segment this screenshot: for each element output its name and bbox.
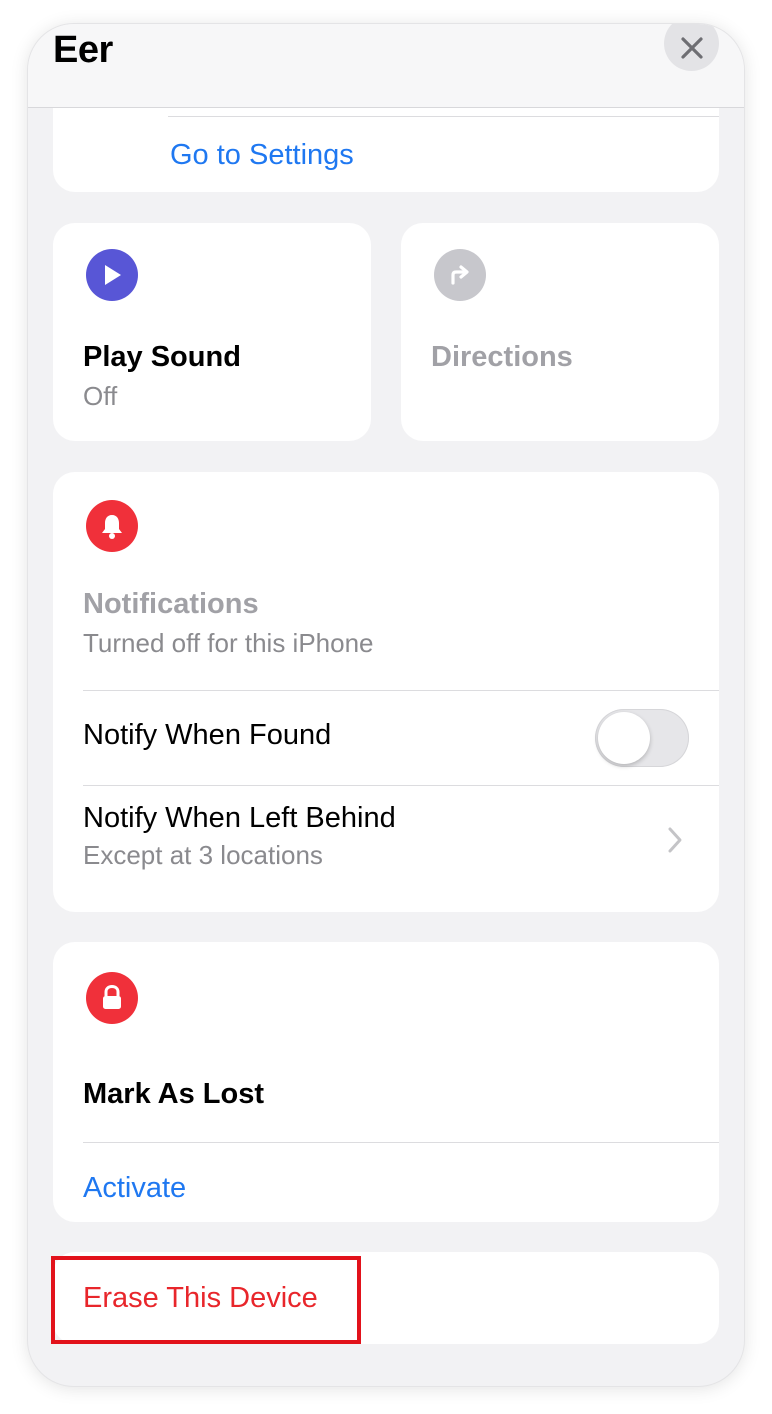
mark-as-lost-divider: [83, 1142, 719, 1143]
device-title: Eer: [53, 29, 113, 71]
notify-left-behind-label: Notify When Left Behind: [83, 802, 396, 834]
chevron-right-icon: [668, 827, 682, 853]
mark-as-lost-card: Mark As Lost Activate: [53, 942, 719, 1222]
notify-left-behind-row[interactable]: Notify When Left Behind Except at 3 loca…: [53, 786, 719, 906]
notify-when-found-toggle[interactable]: [595, 709, 689, 767]
toggle-knob: [598, 712, 650, 764]
directions-arrow-icon: [434, 249, 486, 301]
erase-highlight-box: [51, 1256, 361, 1344]
notify-when-found-row[interactable]: Notify When Found: [53, 691, 719, 785]
play-sound-label: Play Sound: [83, 341, 241, 373]
go-to-settings-link[interactable]: Go to Settings: [170, 139, 354, 172]
play-sound-card[interactable]: Play Sound Off: [53, 223, 371, 441]
card-divider: [168, 116, 719, 117]
lock-icon: [86, 972, 138, 1024]
play-icon: [86, 249, 138, 301]
notifications-subtitle: Turned off for this iPhone: [83, 628, 374, 658]
phone-screen: Go to Settings Eer Play Sound Off Direct…: [28, 24, 744, 1386]
mark-as-lost-title: Mark As Lost: [83, 1078, 265, 1110]
notify-left-behind-detail: Except at 3 locations: [83, 840, 323, 870]
notifications-title: Notifications: [83, 588, 259, 620]
directions-card[interactable]: Directions: [401, 223, 719, 441]
close-icon: [680, 36, 703, 59]
play-sound-status: Off: [83, 381, 118, 411]
activate-link[interactable]: Activate: [83, 1172, 186, 1205]
bell-icon: [86, 500, 138, 552]
directions-label: Directions: [431, 341, 573, 373]
notifications-card: Notifications Turned off for this iPhone…: [53, 472, 719, 912]
notify-when-found-label: Notify When Found: [83, 719, 332, 751]
sheet-header: Eer: [28, 24, 744, 108]
close-button[interactable]: [664, 24, 719, 71]
